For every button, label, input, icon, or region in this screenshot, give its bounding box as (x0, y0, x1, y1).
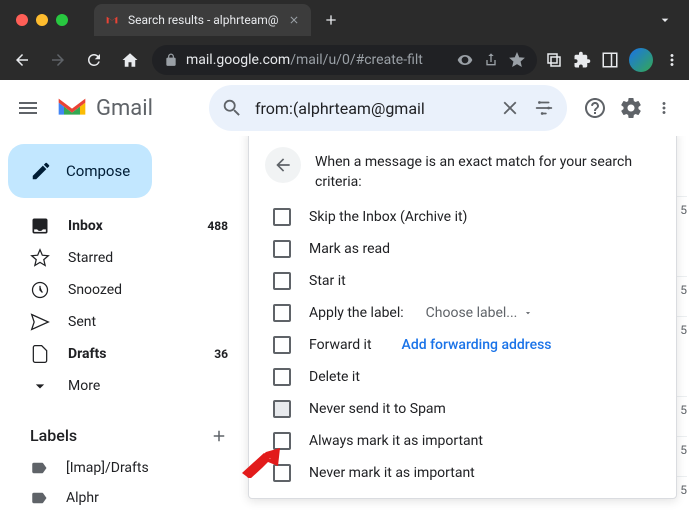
sidebar-item-label: More (68, 378, 228, 394)
gmail-favicon-icon (104, 12, 120, 28)
label-icon (30, 489, 48, 507)
window-maximize-button[interactable] (56, 14, 68, 26)
label-text: [Imap]/Drafts (66, 460, 149, 476)
search-icon (221, 97, 243, 119)
label-item-imap-drafts[interactable]: [Imap]/Drafts (30, 453, 228, 483)
filter-option-skip-inbox[interactable]: Skip the Inbox (Archive it) (273, 208, 660, 226)
window-minimize-button[interactable] (36, 14, 48, 26)
compose-label: Compose (66, 162, 130, 180)
filter-prompt: When a message is an exact match for you… (315, 147, 660, 192)
browser-tab[interactable]: Search results - alphrteam@ (94, 4, 311, 36)
add-forwarding-link[interactable]: Add forwarding address (402, 337, 552, 353)
profile-avatar[interactable] (629, 48, 653, 72)
gmail-logo-icon (56, 96, 88, 120)
filter-option-star[interactable]: Star it (273, 272, 660, 290)
new-tab-button[interactable] (317, 6, 345, 34)
sidebar-item-starred[interactable]: Starred (8, 242, 240, 274)
filter-option-forward[interactable]: Forward it Add forwarding address (273, 336, 660, 354)
choose-label-dropdown[interactable]: Choose label... (426, 305, 534, 321)
annotation-arrow-icon (242, 448, 282, 478)
sidebar-item-drafts[interactable]: Drafts 36 (8, 338, 240, 370)
filter-option-never-spam[interactable]: Never send it to Spam (273, 400, 660, 418)
draft-icon (30, 344, 50, 364)
filter-back-button[interactable] (265, 147, 301, 183)
star-icon (30, 248, 50, 268)
inbox-count: 488 (207, 219, 228, 233)
filter-option-apply-label[interactable]: Apply the label: Choose label... (273, 304, 660, 322)
label-text: Alphr (66, 490, 99, 506)
label-item-alphr[interactable]: Alphr (30, 483, 228, 513)
pencil-icon (30, 160, 52, 182)
search-options-button[interactable] (533, 97, 555, 119)
sidebar-item-label: Inbox (68, 218, 189, 234)
sidebar-item-inbox[interactable]: Inbox 488 (8, 210, 240, 242)
sidebar-item-sent[interactable]: Sent (8, 306, 240, 338)
forward-button[interactable] (44, 46, 72, 74)
tabs-icon[interactable] (545, 51, 563, 69)
filter-option-mark-read[interactable]: Mark as read (273, 240, 660, 258)
extensions-icon[interactable] (573, 51, 591, 69)
checkbox[interactable] (273, 368, 291, 386)
sidebar-item-more[interactable]: More (8, 370, 240, 402)
share-icon[interactable] (483, 52, 499, 68)
sidebar-item-snoozed[interactable]: Snoozed (8, 274, 240, 306)
browser-menu-icon[interactable] (663, 51, 681, 69)
clock-icon (30, 280, 50, 300)
filter-option-never-important[interactable]: Never mark it as important (273, 464, 660, 482)
window-close-button[interactable] (16, 14, 28, 26)
gmail-logo[interactable]: Gmail (56, 96, 153, 121)
help-button[interactable] (583, 96, 607, 120)
checkbox[interactable] (273, 400, 291, 418)
drafts-count: 36 (214, 347, 228, 361)
main-menu-button[interactable] (16, 96, 40, 120)
lock-icon (164, 53, 178, 67)
url-text: mail.google.com/mail/u/0/#create-filt (186, 52, 449, 68)
sidepanel-icon[interactable] (601, 51, 619, 69)
sidebar-item-label: Snoozed (68, 282, 228, 298)
compose-button[interactable]: Compose (8, 144, 152, 198)
checkbox[interactable] (273, 272, 291, 290)
filter-option-always-important[interactable]: Always mark it as important (273, 432, 660, 450)
checkbox[interactable] (273, 336, 291, 354)
more-menu-icon[interactable] (655, 96, 673, 120)
clear-search-button[interactable] (499, 97, 521, 119)
labels-header: Labels (30, 426, 77, 445)
checkbox[interactable] (273, 240, 291, 258)
settings-button[interactable] (619, 96, 643, 120)
back-button[interactable] (8, 46, 36, 74)
sidebar-item-label: Drafts (68, 346, 196, 362)
create-filter-panel: When a message is an exact match for you… (248, 136, 677, 499)
label-icon (30, 459, 48, 477)
address-bar[interactable]: mail.google.com/mail/u/0/#create-filt (152, 45, 537, 75)
star-icon[interactable] (509, 52, 525, 68)
sidebar-item-label: Starred (68, 250, 228, 266)
sidebar-item-label: Sent (68, 314, 228, 330)
chevron-down-icon (30, 376, 50, 396)
checkbox[interactable] (273, 304, 291, 322)
checkbox[interactable] (273, 208, 291, 226)
filter-option-delete[interactable]: Delete it (273, 368, 660, 386)
search-input[interactable]: from:(alphrteam@gmail (255, 99, 487, 118)
inbox-icon (30, 216, 50, 236)
reload-button[interactable] (80, 46, 108, 74)
send-icon (30, 312, 50, 332)
tab-close-button[interactable] (287, 13, 301, 27)
add-label-button[interactable] (210, 427, 228, 445)
gmail-logo-text: Gmail (96, 96, 153, 121)
tab-dropdown-button[interactable] (649, 12, 681, 28)
chevron-down-icon (523, 308, 533, 318)
eye-icon[interactable] (457, 52, 473, 68)
home-button[interactable] (116, 46, 144, 74)
tab-title: Search results - alphrteam@ (128, 13, 279, 27)
search-box[interactable]: from:(alphrteam@gmail (209, 85, 567, 131)
